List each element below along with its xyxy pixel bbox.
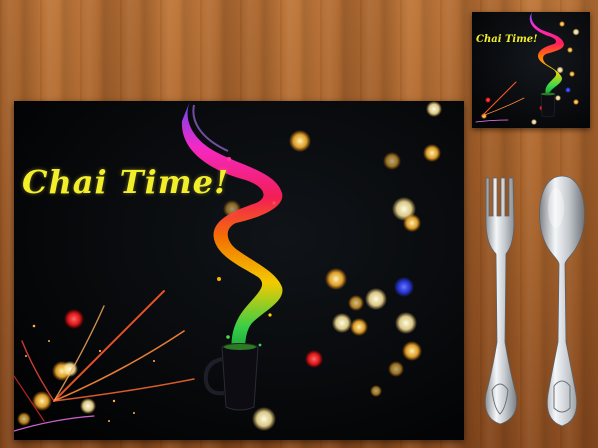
placemat: Chai Time! (14, 101, 464, 440)
coaster: Chai Time! (472, 12, 590, 128)
coaster-title: Chai Time! (476, 34, 538, 45)
placemat-title: Chai Time! (22, 163, 229, 201)
color-splash (181, 101, 283, 353)
placemat-artwork (14, 101, 442, 432)
fork-icon (484, 177, 518, 425)
coaster-splash (529, 12, 564, 94)
cup-icon (203, 343, 259, 411)
coaster-artwork (475, 12, 580, 125)
coaster-cup-icon (540, 92, 556, 118)
spoon-icon (539, 175, 585, 427)
